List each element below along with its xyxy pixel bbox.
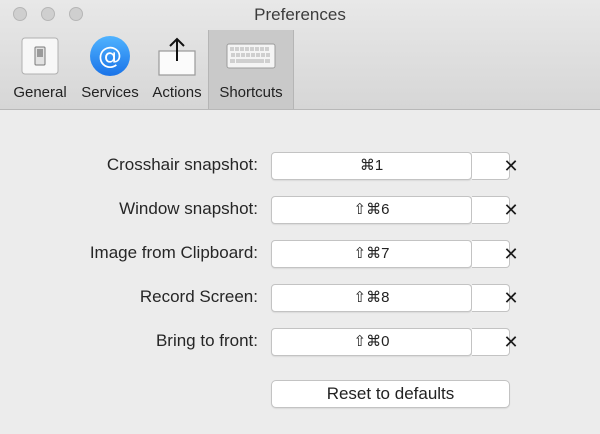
svg-text:@: @: [98, 42, 122, 70]
shortcut-label: Record Screen:: [139, 287, 258, 306]
shortcut-label: Bring to front:: [155, 331, 258, 350]
shortcut-row-record: Record Screen: ⇧⌘8 ✕: [0, 284, 600, 312]
window-title: Preferences: [254, 5, 346, 24]
tab-general-label: General: [13, 84, 67, 101]
tab-general[interactable]: General: [6, 30, 74, 109]
clear-shortcut-icon[interactable]: ✕: [502, 332, 520, 352]
title-bar: Preferences General @ Services Actions S…: [0, 0, 600, 110]
at-sign-icon: @: [87, 36, 133, 76]
clear-shortcut-icon[interactable]: ✕: [502, 200, 520, 220]
clear-shortcut-icon[interactable]: ✕: [502, 156, 520, 176]
tab-actions-label: Actions: [152, 84, 202, 101]
shortcut-label: Crosshair snapshot:: [106, 155, 258, 174]
tab-services[interactable]: @ Services: [74, 30, 146, 109]
tab-shortcuts[interactable]: Shortcuts: [208, 30, 294, 109]
shortcut-row-crosshair: Crosshair snapshot: ⌘1 ✕: [0, 152, 600, 180]
shortcut-label: Image from Clipboard:: [89, 243, 258, 262]
tab-actions[interactable]: Actions: [146, 30, 208, 109]
keyboard-icon: [225, 36, 277, 76]
shortcut-row-clipboard: Image from Clipboard: ⇧⌘7 ✕: [0, 240, 600, 268]
shortcut-row-window: Window snapshot: ⇧⌘6 ✕: [0, 196, 600, 224]
shortcut-recorder-field[interactable]: ⇧⌘0: [271, 328, 472, 356]
switch-icon: [17, 36, 63, 76]
shortcut-recorder-field[interactable]: ⇧⌘8: [271, 284, 472, 312]
shortcut-label: Window snapshot:: [119, 199, 258, 218]
tab-shortcuts-label: Shortcuts: [219, 84, 283, 101]
shortcut-recorder-field[interactable]: ⌘1: [271, 152, 472, 180]
clear-shortcut-icon[interactable]: ✕: [502, 288, 520, 308]
shortcut-recorder-field[interactable]: ⇧⌘6: [271, 196, 472, 224]
preferences-window: Preferences General @ Services Actions S…: [0, 0, 600, 434]
shortcut-row-bring-front: Bring to front: ⇧⌘0 ✕: [0, 328, 600, 356]
shortcut-recorder-field[interactable]: ⇧⌘7: [271, 240, 472, 268]
reset-to-defaults-button[interactable]: Reset to defaults: [271, 380, 510, 408]
tab-services-label: Services: [81, 84, 139, 101]
preferences-toolbar: General @ Services Actions Shortcuts: [6, 30, 294, 109]
share-icon: [154, 36, 200, 76]
clear-shortcut-icon[interactable]: ✕: [502, 244, 520, 264]
